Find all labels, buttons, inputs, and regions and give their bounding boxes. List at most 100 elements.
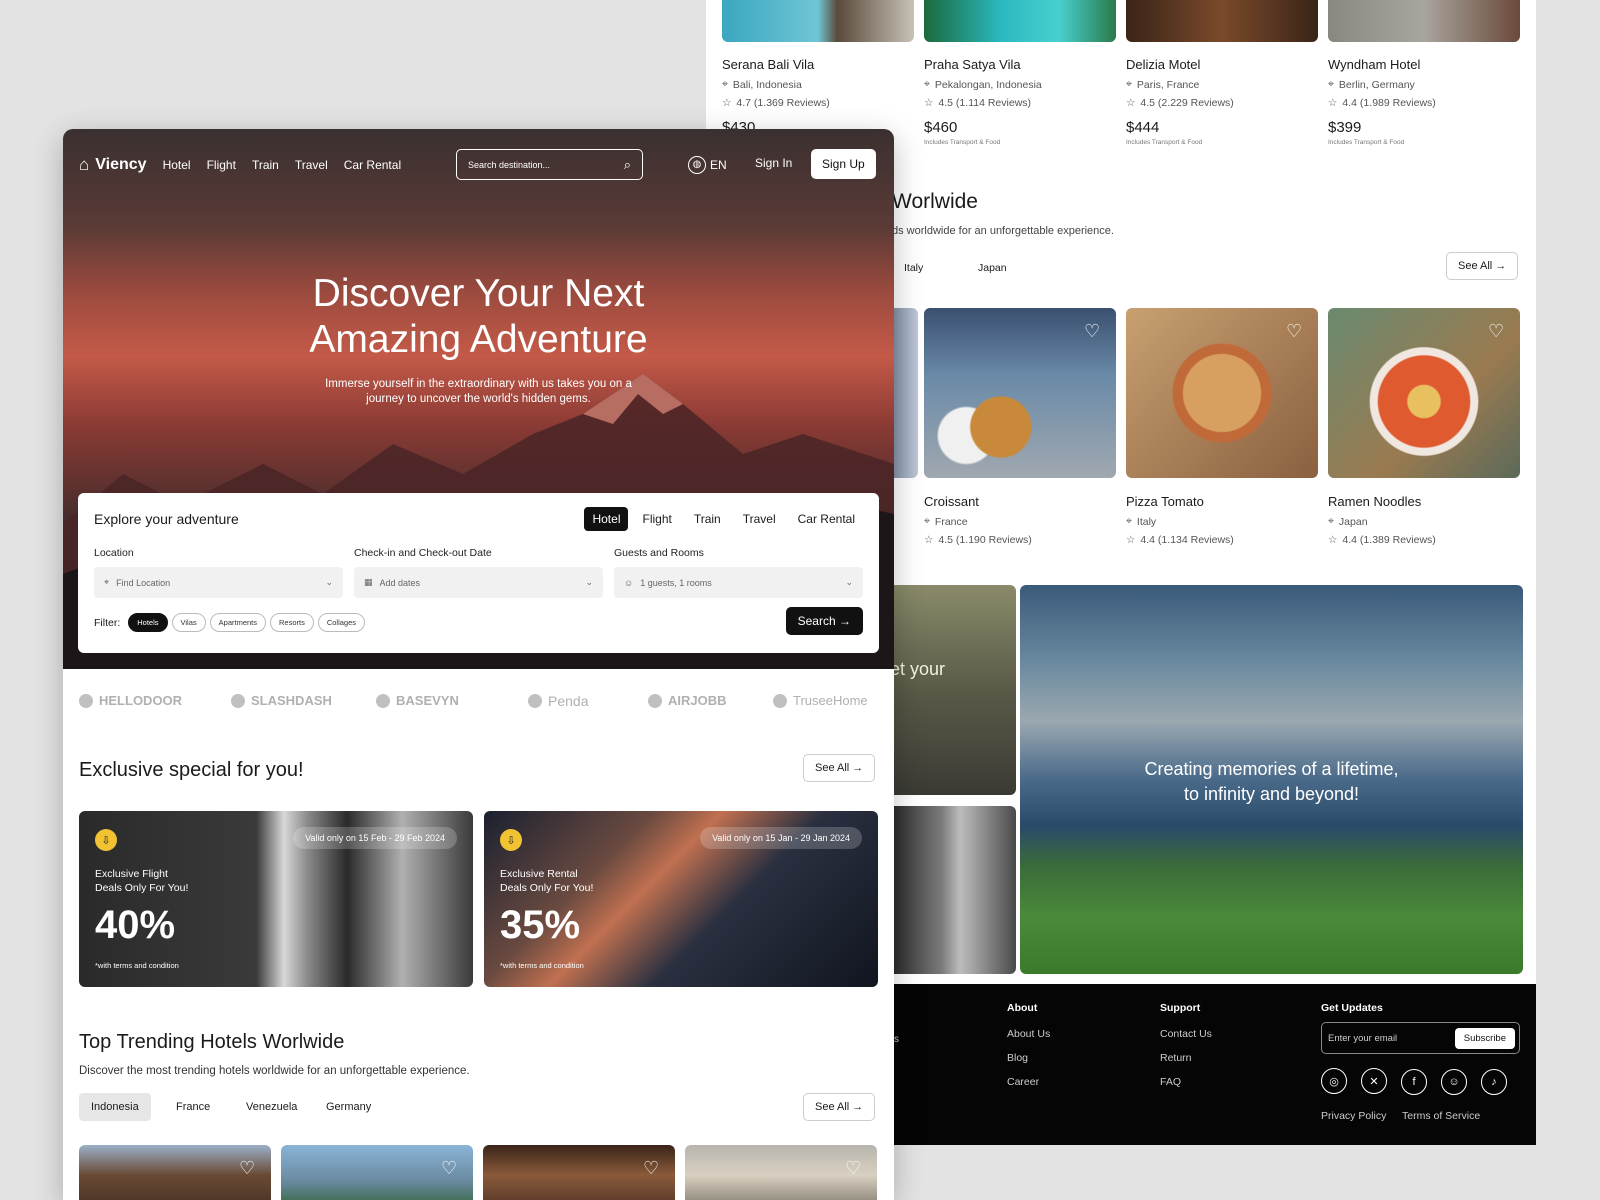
- hotel-card[interactable]: ♡: [79, 1145, 271, 1200]
- heart-icon[interactable]: ♡: [1084, 322, 1102, 340]
- food-card[interactable]: ♡ Ramen Noodles ⌖ Japan ☆ 4.4 (1.389 Revie…: [1328, 308, 1520, 546]
- signup-button[interactable]: Sign Up: [811, 149, 876, 179]
- footer-link[interactable]: Return: [1160, 1052, 1212, 1064]
- x-icon[interactable]: ✕: [1361, 1068, 1387, 1094]
- tab-flight[interactable]: Flight: [634, 507, 679, 531]
- subscribe-button[interactable]: Subscribe: [1454, 1027, 1515, 1049]
- tab-germany[interactable]: Germany: [326, 1101, 371, 1113]
- chevron-down-icon: ⌄: [845, 577, 853, 587]
- star-icon: ☆: [1328, 534, 1338, 546]
- see-all-button[interactable]: See All →: [803, 754, 876, 782]
- tab-travel[interactable]: Travel: [735, 507, 784, 531]
- filter-vilas[interactable]: Vilas: [171, 613, 206, 632]
- hotel-card[interactable]: ♡: [483, 1145, 675, 1200]
- food-section-title: Worlwide: [892, 190, 978, 213]
- tiktok-icon[interactable]: ♪: [1481, 1068, 1507, 1095]
- footer-link[interactable]: About Us: [1007, 1028, 1050, 1040]
- date-picker[interactable]: ▦ Add dates ⌄: [354, 567, 603, 598]
- nav-car-rental[interactable]: Car Rental: [344, 158, 401, 172]
- see-all-button[interactable]: See All →: [803, 1093, 876, 1121]
- globe-icon: ◍: [688, 156, 706, 174]
- heart-icon[interactable]: ♡: [643, 1159, 661, 1177]
- filter-apartments[interactable]: Apartments: [209, 613, 266, 632]
- hotel-card[interactable]: ♡: [685, 1145, 877, 1200]
- heart-icon[interactable]: ♡: [1488, 322, 1506, 340]
- hotel-card[interactable]: Serana Bali Vila ⌖ Bali, Indonesia ☆ 4.7 (…: [722, 0, 914, 129]
- heart-icon[interactable]: ♡: [1286, 322, 1304, 340]
- heart-icon[interactable]: ♡: [845, 1159, 863, 1177]
- discord-icon[interactable]: ☺: [1441, 1068, 1467, 1095]
- promo-text-partial: et your: [890, 659, 946, 679]
- brand-logo[interactable]: ⌂ Viency: [79, 155, 147, 175]
- privacy-link[interactable]: Privacy Policy: [1321, 1110, 1386, 1122]
- search-button[interactable]: Search →: [785, 607, 863, 635]
- hotel-note: Includes Transport & Food: [1328, 139, 1405, 146]
- filter-resorts[interactable]: Resorts: [270, 613, 314, 632]
- tab-venezuela[interactable]: Venezuela: [246, 1101, 297, 1113]
- footer-link[interactable]: Contact Us: [1160, 1028, 1212, 1040]
- tab-indonesia[interactable]: Indonesia: [79, 1093, 151, 1121]
- footer-link[interactable]: Blog: [1007, 1052, 1050, 1064]
- tab-hotel[interactable]: Hotel: [584, 507, 629, 531]
- hotel-card[interactable]: Praha Satya Vila ⌖ Pekalongan, Indonesia …: [924, 0, 1116, 146]
- heart-icon[interactable]: ♡: [441, 1159, 459, 1177]
- download-icon: ⇩: [500, 829, 522, 851]
- trending-subtitle: Discover the most trending hotels worldw…: [79, 1065, 470, 1077]
- tab-france[interactable]: France: [176, 1101, 210, 1113]
- tab-car-rental[interactable]: Car Rental: [790, 507, 863, 531]
- nav-train[interactable]: Train: [252, 158, 279, 172]
- guest-select[interactable]: ☺ 1 guests, 1 rooms ⌄: [614, 567, 863, 598]
- hotel-location: ⌖ Berlin, Germany: [1328, 78, 1415, 91]
- tab-italy[interactable]: Italy: [904, 262, 923, 274]
- food-location: Italy: [1136, 515, 1157, 528]
- nav-travel[interactable]: Travel: [295, 158, 328, 172]
- footer-link[interactable]: FAQ: [1160, 1076, 1212, 1088]
- pin-icon: ⌖: [1328, 78, 1334, 90]
- promo-banner[interactable]: Creating memories of a lifetime, to infi…: [1020, 585, 1523, 974]
- search-panel-title: Explore your adventure: [94, 511, 239, 527]
- partner-logo: HELLODOOR: [79, 693, 182, 708]
- deal-title-line1: Exclusive Flight: [95, 868, 168, 880]
- hero-title-line1: Discover Your Next: [312, 272, 645, 315]
- food-image-partial: [892, 308, 918, 478]
- deal-card-flight[interactable]: ⇩ Valid only on 15 Feb - 29 Feb 2024 Exc…: [79, 811, 473, 987]
- email-input[interactable]: Enter your email: [1328, 1033, 1397, 1044]
- language-selector[interactable]: ◍ EN: [688, 156, 727, 174]
- facebook-icon[interactable]: f: [1401, 1068, 1427, 1095]
- star-icon: ☆: [924, 97, 934, 109]
- see-all-button[interactable]: See All →: [1446, 252, 1519, 280]
- star-icon: ☆: [722, 97, 732, 109]
- brand-name: Viency: [95, 156, 147, 173]
- hotel-card[interactable]: Delizia Motel ⌖ Paris, France ☆ 4.5 (2.229…: [1126, 0, 1318, 146]
- deal-card-rental[interactable]: ⇩ Valid only on 15 Jan - 29 Jan 2024 Exc…: [484, 811, 878, 987]
- heart-icon[interactable]: ♡: [239, 1159, 257, 1177]
- hotel-note: Includes Transport & Food: [924, 139, 1001, 146]
- hotel-image: [1126, 0, 1318, 42]
- instagram-icon[interactable]: ◎: [1321, 1068, 1347, 1094]
- filter-hotels[interactable]: Hotels: [128, 613, 168, 632]
- search-placeholder: Search destination...: [468, 159, 551, 170]
- signin-link[interactable]: Sign In: [755, 156, 792, 170]
- hotel-name: Delizia Motel: [1126, 57, 1201, 72]
- terms-link[interactable]: Terms of Service: [1402, 1110, 1480, 1122]
- food-card[interactable]: ♡ Pizza Tomato ⌖ Italy ☆ 4.4 (1.134 Review…: [1126, 308, 1318, 546]
- hotel-rating: ☆ 4.5 (2.229 Reviews): [1126, 97, 1234, 109]
- hotel-rating: ☆ 4.5 (1.114 Reviews): [924, 97, 1032, 109]
- food-card[interactable]: ♡ Croissant ⌖ France ☆ 4.5 (1.190 Reviews): [924, 308, 1116, 546]
- hotel-card[interactable]: ♡: [281, 1145, 473, 1200]
- footer-link[interactable]: Career: [1007, 1076, 1050, 1088]
- hotel-location: ⌖ Pekalongan, Indonesia: [924, 78, 1042, 91]
- nav-hotel[interactable]: Hotel: [163, 158, 191, 172]
- tab-japan[interactable]: Japan: [978, 262, 1007, 274]
- pin-icon: ⌖: [722, 78, 728, 90]
- partner-logo: SLASHDASH: [231, 693, 332, 708]
- hotel-price: $399: [1328, 119, 1362, 136]
- location-select[interactable]: ⌖ Find Location ⌄: [94, 567, 343, 598]
- food-section-subtitle: ds worldwide for an unforgettable experi…: [892, 225, 1114, 237]
- hotel-card[interactable]: Wyndham Hotel ⌖ Berlin, Germany ☆ 4.4 (1.9…: [1328, 0, 1520, 146]
- search-input[interactable]: Search destination... ⌕: [456, 149, 643, 180]
- tab-train[interactable]: Train: [686, 507, 729, 531]
- filter-collages[interactable]: Collages: [317, 613, 366, 632]
- hotel-location: ⌖ Paris, France: [1126, 78, 1200, 91]
- nav-flight[interactable]: Flight: [207, 158, 236, 172]
